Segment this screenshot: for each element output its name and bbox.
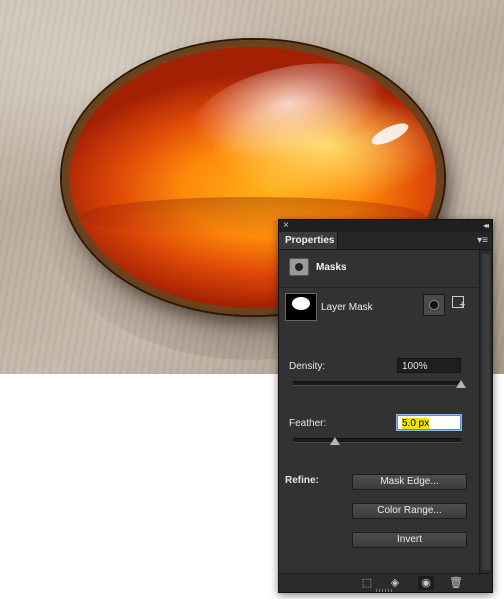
density-slider[interactable] bbox=[293, 381, 461, 386]
density-section: Density: 100% bbox=[279, 358, 478, 398]
panel-titlebar[interactable]: × ◂◂ bbox=[279, 220, 492, 232]
masks-label: Masks bbox=[316, 262, 347, 273]
apply-mask-icon[interactable]: ◈ bbox=[387, 576, 403, 590]
tab-properties[interactable]: Properties bbox=[279, 232, 338, 249]
layer-mask-row: Layer Mask bbox=[279, 288, 478, 328]
layer-mask-label: Layer Mask bbox=[321, 302, 373, 313]
feather-input[interactable]: 5.0 px bbox=[397, 415, 461, 430]
panel-content: Masks Layer Mask Density: 100% Feather: … bbox=[279, 250, 478, 574]
load-selection-icon[interactable]: ⬚ bbox=[359, 576, 375, 590]
panel-tabbar: Properties ▾≡ bbox=[279, 232, 492, 250]
feather-label: Feather: bbox=[289, 418, 327, 429]
add-vector-mask-button[interactable] bbox=[450, 293, 468, 313]
properties-panel: × ◂◂ Properties ▾≡ Masks Layer Mask Dens… bbox=[278, 219, 493, 593]
density-slider-thumb[interactable] bbox=[456, 380, 466, 388]
panel-footer: ⬚ ◈ ◉ 🗑 bbox=[279, 573, 492, 592]
feather-value: 5.0 px bbox=[402, 418, 430, 429]
scrollbar-thumb[interactable] bbox=[482, 254, 490, 570]
density-input[interactable]: 100% bbox=[397, 358, 461, 373]
collapse-icon[interactable]: ◂◂ bbox=[483, 220, 489, 232]
layer-mask-thumbnail[interactable] bbox=[285, 293, 317, 321]
feather-slider-thumb[interactable] bbox=[330, 437, 340, 445]
density-label: Density: bbox=[289, 361, 326, 372]
panel-menu-icon[interactable]: ▾≡ bbox=[477, 235, 488, 246]
add-pixel-mask-button[interactable] bbox=[423, 294, 445, 316]
eye-icon[interactable]: ◉ bbox=[418, 576, 434, 590]
feather-section: Feather: 5.0 px bbox=[279, 415, 478, 455]
invert-button[interactable]: Invert bbox=[352, 532, 467, 548]
color-range-button[interactable]: Color Range... bbox=[352, 503, 467, 519]
close-icon[interactable]: × bbox=[283, 220, 289, 232]
resize-grip[interactable] bbox=[376, 589, 394, 592]
masks-header: Masks bbox=[279, 250, 478, 288]
feather-slider[interactable] bbox=[293, 438, 461, 443]
refine-label: Refine: bbox=[285, 475, 319, 486]
trash-icon[interactable]: 🗑 bbox=[448, 576, 464, 590]
mask-edge-button[interactable]: Mask Edge... bbox=[352, 474, 467, 490]
gem-glint bbox=[368, 119, 412, 149]
mask-icon bbox=[289, 258, 309, 276]
panel-scrollbar[interactable] bbox=[479, 250, 492, 574]
